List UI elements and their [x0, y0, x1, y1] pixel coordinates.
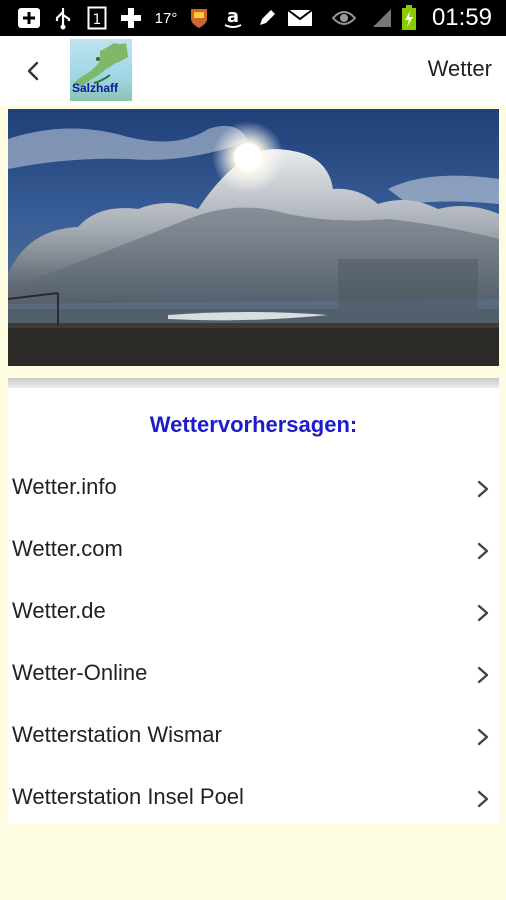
list-item-wetter-info[interactable]: Wetter.info [8, 458, 499, 520]
mail-icon [286, 6, 314, 30]
chevron-right-icon [477, 790, 489, 808]
usb-icon [52, 6, 74, 30]
list-item-label: Wetterstation Wismar [12, 722, 222, 747]
game-controller-icon [118, 6, 144, 30]
list-item-label: Wetter.com [12, 536, 123, 561]
status-time: 01:59 [431, 4, 492, 31]
list-item-label: Wetterstation Insel Poel [12, 784, 244, 809]
logo-text: Salzhaff [72, 81, 119, 95]
amazon-icon: a [220, 6, 246, 30]
chevron-right-icon [477, 542, 489, 560]
shield-badge-icon [188, 6, 210, 30]
chevron-left-icon [27, 61, 39, 81]
list-item-wetterstation-wismar[interactable]: Wetterstation Wismar [8, 706, 499, 768]
section-title: Wettervorhersagen: [149, 412, 358, 437]
add-box-icon [16, 6, 42, 30]
chevron-right-icon [477, 604, 489, 622]
back-button[interactable] [18, 56, 48, 86]
list-item-wetterstation-insel-poel[interactable]: Wetterstation Insel Poel [8, 768, 499, 830]
chevron-right-icon [477, 728, 489, 746]
list-item-label: Wetter.de [12, 598, 106, 623]
list-item-wetter-com[interactable]: Wetter.com [8, 520, 499, 582]
eye-icon [330, 6, 358, 30]
list-item-wetter-online[interactable]: Wetter-Online [8, 644, 499, 706]
list-item-label: Wetter-Online [12, 660, 148, 685]
sim-1-icon: 1 [86, 6, 108, 30]
weather-temperature: 17° [154, 9, 178, 27]
app-logo[interactable]: Salzhaff [70, 39, 132, 101]
divider [8, 378, 499, 388]
chevron-right-icon [477, 666, 489, 684]
page-title: Wetter [427, 56, 492, 81]
action-bar: Salzhaff Wetter [0, 36, 506, 106]
chevron-right-icon [477, 480, 489, 498]
sky-clouds-image [8, 109, 499, 366]
battery-charging-icon [400, 5, 418, 30]
svg-text:a: a [227, 6, 239, 27]
list-item-wetter-de[interactable]: Wetter.de [8, 582, 499, 644]
svg-text:1: 1 [93, 12, 102, 28]
header-photo [8, 109, 499, 366]
pencil-icon [256, 6, 278, 30]
forecast-list-card: Wettervorhersagen: Wetter.info Wetter.co… [8, 388, 499, 824]
list-item-label: Wetter.info [12, 474, 117, 499]
signal-icon [370, 6, 394, 30]
status-bar: 1 17° a 01:59 [0, 0, 506, 36]
